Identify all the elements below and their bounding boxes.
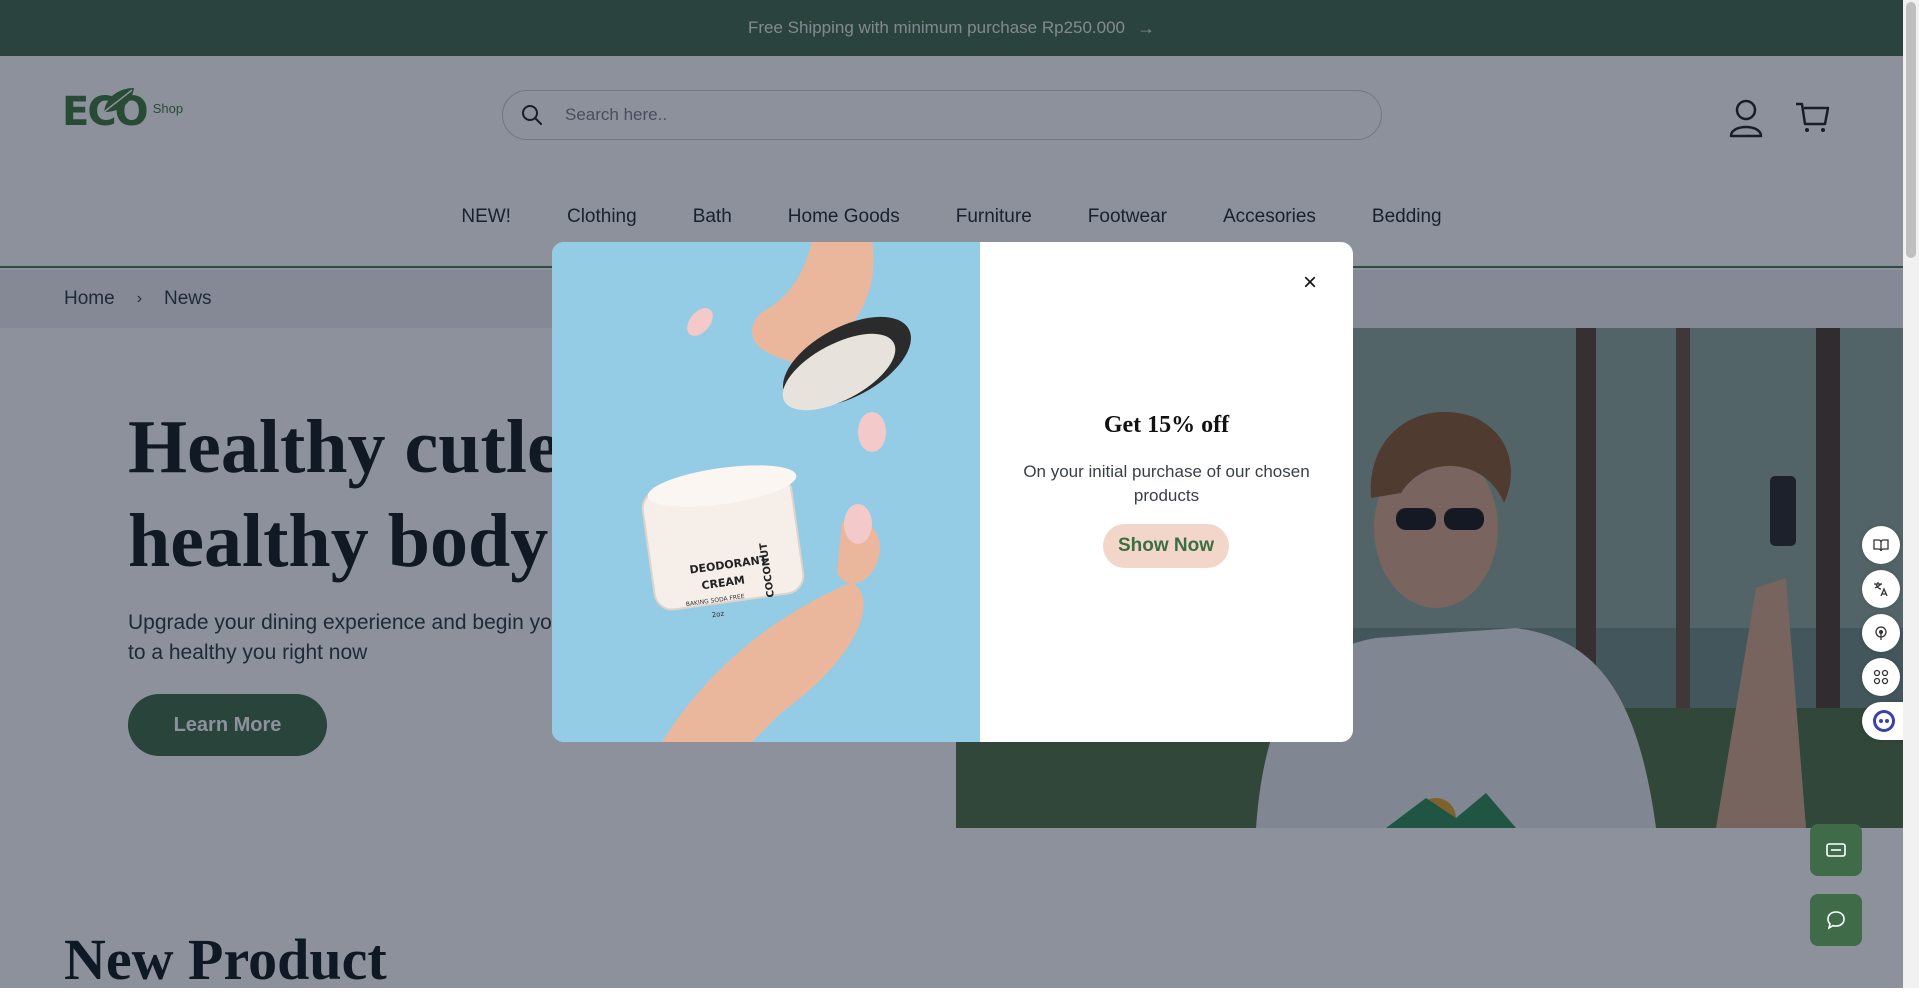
scrollbar-thumb[interactable] <box>1906 2 1916 258</box>
modal-title: Get 15% off <box>1103 412 1230 438</box>
close-icon[interactable]: × <box>1295 268 1325 298</box>
modal-body: On your initial purchase of our chosen p… <box>1023 462 1310 505</box>
ticket-icon <box>1826 843 1846 857</box>
chat-icon <box>1827 911 1845 930</box>
book-icon[interactable] <box>1862 526 1900 564</box>
translate-icon[interactable] <box>1862 570 1900 608</box>
chat-button[interactable] <box>1810 894 1862 946</box>
page-scrollbar[interactable] <box>1903 0 1919 988</box>
side-toolbar <box>1862 526 1906 746</box>
apps-icon[interactable] <box>1862 658 1900 696</box>
ticket-button[interactable] <box>1810 824 1862 876</box>
podcast-icon[interactable] <box>1862 614 1900 652</box>
show-now-button[interactable]: Show Now <box>1103 524 1229 568</box>
product-image: DEODORANT CREAM BAKING SODA FREE 2oz COC… <box>552 242 980 742</box>
assistant-icon[interactable] <box>1862 702 1906 740</box>
discount-modal: DEODORANT CREAM BAKING SODA FREE 2oz COC… <box>552 242 1353 742</box>
